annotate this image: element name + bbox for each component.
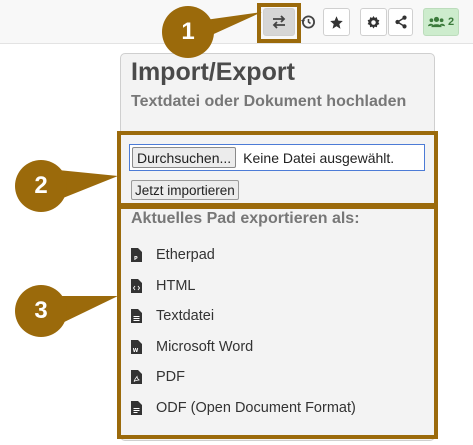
callout-1: 1 [162, 6, 214, 58]
callout-2-pointer [58, 170, 118, 200]
callout-2: 2 [15, 160, 67, 212]
callout-pointers [58, 12, 262, 325]
callout-3: 3 [15, 285, 67, 337]
callout-3-pointer [58, 296, 118, 325]
screen: 2 Import/Export Textdatei oder Dokument … [0, 0, 473, 445]
